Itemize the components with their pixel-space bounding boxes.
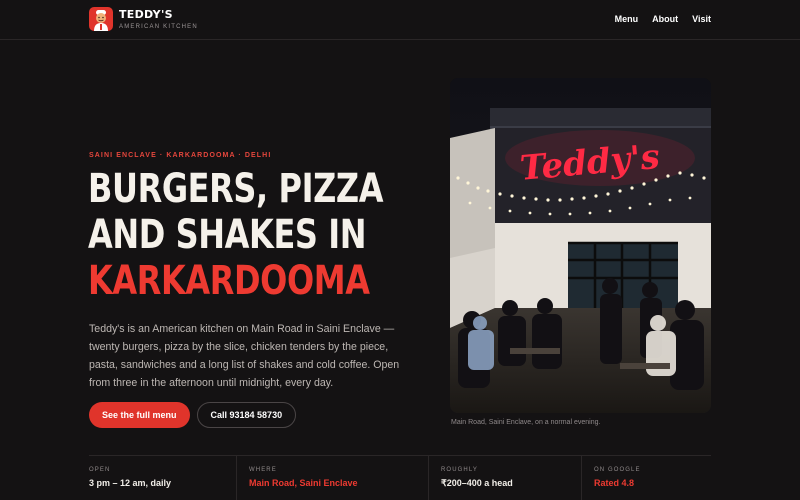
info-price-label: ROUGHLY xyxy=(441,467,478,473)
full-menu-button[interactable]: See the full menu xyxy=(89,402,190,428)
hero-actions: See the full menu Call 93184 58730 xyxy=(89,402,297,428)
hero-headline: BURGERS, PIZZA AND SHAKES IN KARKARDOOMA xyxy=(88,166,384,304)
info-price: ROUGHLY ₹200–400 a head xyxy=(428,456,581,500)
info-where-label: WHERE xyxy=(249,467,277,473)
restaurant-photo: Teddy's xyxy=(450,78,711,413)
brand-name: TEDDY'S xyxy=(119,8,173,21)
chef-mascot-icon xyxy=(89,7,113,31)
brand-tagline: AMERICAN KITCHEN xyxy=(119,24,198,30)
headline-line-2: AND SHAKES IN xyxy=(88,212,367,258)
headline-accent: KARKARDOOMA xyxy=(88,258,370,304)
info-where: WHERE Main Road, Saini Enclave xyxy=(236,456,428,500)
site-header: TEDDY'S AMERICAN KITCHEN Menu About Visi… xyxy=(0,0,800,40)
info-open: OPEN 3 pm – 12 am, daily xyxy=(89,456,236,500)
photo-caption: Main Road, Saini Enclave, on a normal ev… xyxy=(451,419,601,426)
headline-line-1: BURGERS, PIZZA xyxy=(88,166,384,212)
info-bar: OPEN 3 pm – 12 am, daily WHERE Main Road… xyxy=(89,455,711,500)
restaurant-photo-illustration: Teddy's xyxy=(450,78,711,413)
info-rating: ON GOOGLE Rated 4.8 xyxy=(581,456,711,500)
info-open-value: 3 pm – 12 am, daily xyxy=(89,478,172,488)
brand[interactable]: TEDDY'S AMERICAN KITCHEN xyxy=(89,7,198,31)
location-eyebrow: SAINI ENCLAVE · KARKARDOOMA · DELHI xyxy=(89,152,272,159)
main-nav: Menu About Visit xyxy=(615,14,711,25)
nav-item-visit[interactable]: Visit xyxy=(692,14,711,25)
info-rating-value[interactable]: Rated 4.8 xyxy=(594,478,711,488)
nav-item-menu[interactable]: Menu xyxy=(615,14,639,25)
info-where-value[interactable]: Main Road, Saini Enclave xyxy=(249,478,428,488)
info-price-value: ₹200–400 a head xyxy=(441,478,513,488)
hero-intro: Teddy's is an American kitchen on Main R… xyxy=(89,323,400,389)
info-open-label: OPEN xyxy=(89,467,111,473)
call-button[interactable]: Call 93184 58730 xyxy=(196,402,297,428)
info-rating-label: ON GOOGLE xyxy=(594,467,641,473)
nav-item-about[interactable]: About xyxy=(652,14,678,25)
